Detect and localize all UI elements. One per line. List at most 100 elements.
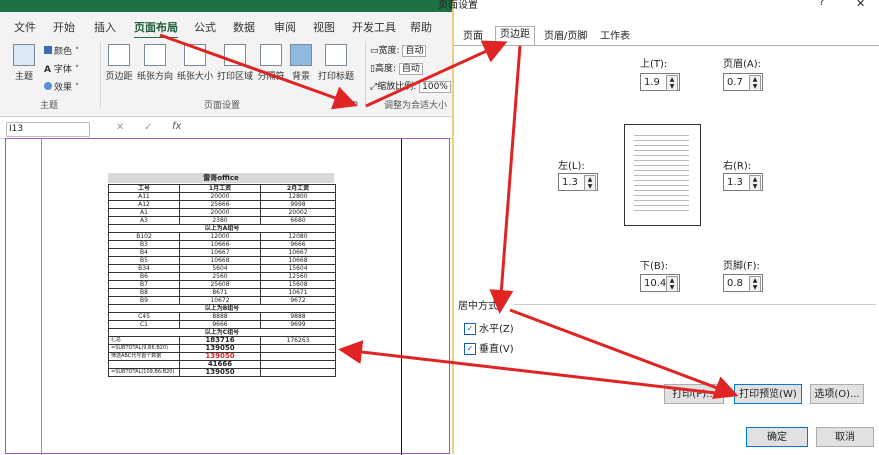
table-cell: B8 — [108, 288, 180, 297]
table-cell: 9888 — [260, 312, 336, 321]
options-button[interactable]: 选项(O)... — [810, 384, 864, 404]
table-row: B7 25608 15608 — [108, 280, 336, 289]
tab-developer[interactable]: 开发工具 — [352, 19, 396, 35]
table-cell: 9666 — [179, 320, 261, 329]
cancel-button[interactable]: 取消 — [816, 427, 874, 447]
checkbox-checked-icon: ✓ — [464, 343, 476, 355]
margins-button[interactable]: 页边距 — [104, 44, 134, 82]
width-select[interactable]: 自动 — [402, 45, 427, 57]
effects-button[interactable]: 效果 ˅ — [44, 80, 79, 93]
table-cell: 176263 — [260, 336, 336, 345]
spin-arrows-icon[interactable]: ▲ ▼ — [666, 276, 678, 292]
table-cell: B4 — [108, 248, 180, 257]
background-icon — [290, 44, 312, 66]
close-icon[interactable]: ✕ — [856, 0, 865, 10]
orientation-button[interactable]: 纸张方向 — [136, 44, 174, 82]
right-label: 右(R): — [723, 161, 752, 172]
tab-page-layout[interactable]: 页面布局 — [134, 19, 178, 39]
dialog-launcher-icon[interactable]: ⧉ — [352, 99, 358, 109]
top-label: 上(T): — [640, 59, 668, 70]
themes-button[interactable]: 主题 — [10, 44, 38, 82]
tab-help[interactable]: 帮助 — [410, 19, 432, 35]
table-cell: B9 — [108, 296, 180, 305]
tab-home[interactable]: 开始 — [53, 19, 75, 35]
colors-button[interactable]: 颜色 ˅ — [44, 44, 79, 57]
table-cell: A12 — [108, 200, 180, 209]
tab-file[interactable]: 文件 — [14, 19, 36, 35]
print-area-button[interactable]: 打印区域 — [216, 44, 254, 82]
function-icon[interactable]: fx — [172, 121, 181, 132]
width-icon: ▭ — [370, 46, 379, 56]
spin-arrows-icon[interactable]: ▲ ▼ — [666, 75, 678, 91]
bottom-margin-input[interactable]: 10.4 ▲ ▼ — [640, 274, 680, 292]
table-cell: C1 — [108, 320, 180, 329]
tab-view[interactable]: 视图 — [313, 19, 335, 35]
help-button[interactable]: ? — [819, 0, 824, 8]
spin-arrows-icon[interactable]: ▲ ▼ — [749, 75, 761, 91]
table-cell: 2月工资 — [260, 184, 336, 193]
print-button[interactable]: 打印(P)... — [664, 384, 724, 404]
right-margin-input[interactable]: 1.3 ▲ ▼ — [723, 173, 763, 191]
table-cell: 10672 — [179, 296, 261, 305]
horizontal-checkbox[interactable]: ✓ 水平(Z) — [464, 320, 514, 335]
table-cell: B6 — [108, 272, 180, 281]
ok-button[interactable]: 确定 — [746, 427, 808, 447]
page-content-grid — [634, 135, 689, 211]
margins-icon — [108, 44, 130, 66]
tab-sheet[interactable]: 工作表 — [596, 29, 634, 45]
ribbon: 主题 颜色 ˅ A 字体 ˅ 效果 ˅ 主题 页边距 纸张方向 纸张大小 打印区… — [0, 38, 452, 117]
left-margin-input[interactable]: 1.3 ▲ ▼ — [558, 173, 598, 191]
group-scale-label: 调整为合适大小 — [384, 101, 448, 111]
table-cell: B7 — [108, 280, 180, 289]
group-theme-label: 主题 — [40, 101, 59, 111]
spin-arrows-icon[interactable]: ▲ ▼ — [749, 175, 761, 191]
name-box[interactable]: I13 — [6, 122, 90, 137]
dialog-title: 页面设置 — [438, 0, 478, 11]
print-preview-button[interactable]: 打印预览(W) — [734, 384, 802, 404]
tab-margins[interactable]: 页边距 — [495, 26, 535, 46]
print-titles-button[interactable]: 打印标题 — [316, 44, 356, 82]
top-margin-input[interactable]: 1.9 ▲ ▼ — [640, 73, 680, 91]
scale-input[interactable]: 100% — [419, 81, 451, 93]
height-select[interactable]: 自动 — [398, 63, 423, 75]
footer-margin-input[interactable]: 0.8 ▲ ▼ — [723, 274, 763, 292]
size-button[interactable]: 纸张大小 — [176, 44, 214, 82]
tab-page[interactable]: 页面 — [459, 29, 487, 45]
tab-data[interactable]: 数据 — [233, 19, 255, 35]
table-cell: B102 — [108, 232, 180, 241]
enter-icon[interactable]: ✓ — [144, 122, 152, 133]
center-section-label: 居中方式 — [458, 301, 498, 312]
table-cell: 10668 — [260, 256, 336, 265]
tab-formulas[interactable]: 公式 — [194, 19, 216, 35]
themes-icon — [13, 44, 35, 66]
margin-line-left — [41, 139, 42, 455]
table-cell: 9998 — [260, 200, 336, 209]
table-row: B4 10667 10667 — [108, 248, 336, 257]
breaks-button[interactable]: 分隔符 — [256, 44, 286, 82]
group-label-cell: 以上为B组号 — [108, 304, 336, 313]
table-cell: 8671 — [179, 288, 261, 297]
table-header-row: 工号 1月工资 2月工资 — [108, 184, 336, 193]
tab-review[interactable]: 审阅 — [274, 19, 296, 35]
effects-icon — [44, 82, 52, 90]
spin-arrows-icon[interactable]: ▲ ▼ — [584, 175, 596, 191]
footer-label: 页脚(F): — [723, 261, 760, 272]
left-label: 左(L): — [558, 161, 585, 172]
cancel-icon[interactable]: ✕ — [116, 122, 124, 133]
vertical-checkbox[interactable]: ✓ 垂直(V) — [464, 340, 514, 355]
table-cell: A1 — [108, 208, 180, 217]
tab-header-footer[interactable]: 页眉/页脚 — [540, 29, 591, 45]
table-cell: 8888 — [179, 312, 261, 321]
background-button[interactable]: 背景 — [288, 44, 314, 82]
page-diagram — [624, 124, 701, 226]
checkbox-checked-icon: ✓ — [464, 323, 476, 335]
header-margin-input[interactable]: 0.7 ▲ ▼ — [723, 73, 763, 91]
group-label-cell: 以上为A组号 — [108, 224, 336, 233]
table-row: B9 10672 9672 — [108, 296, 336, 305]
tab-insert[interactable]: 插入 — [94, 19, 116, 35]
fonts-button[interactable]: A 字体 ˅ — [44, 62, 79, 75]
table-cell: A3 — [108, 216, 180, 225]
table-cell: 10667 — [260, 248, 336, 257]
spin-arrows-icon[interactable]: ▲ ▼ — [749, 276, 761, 292]
table-cell: 2560 — [179, 272, 261, 281]
